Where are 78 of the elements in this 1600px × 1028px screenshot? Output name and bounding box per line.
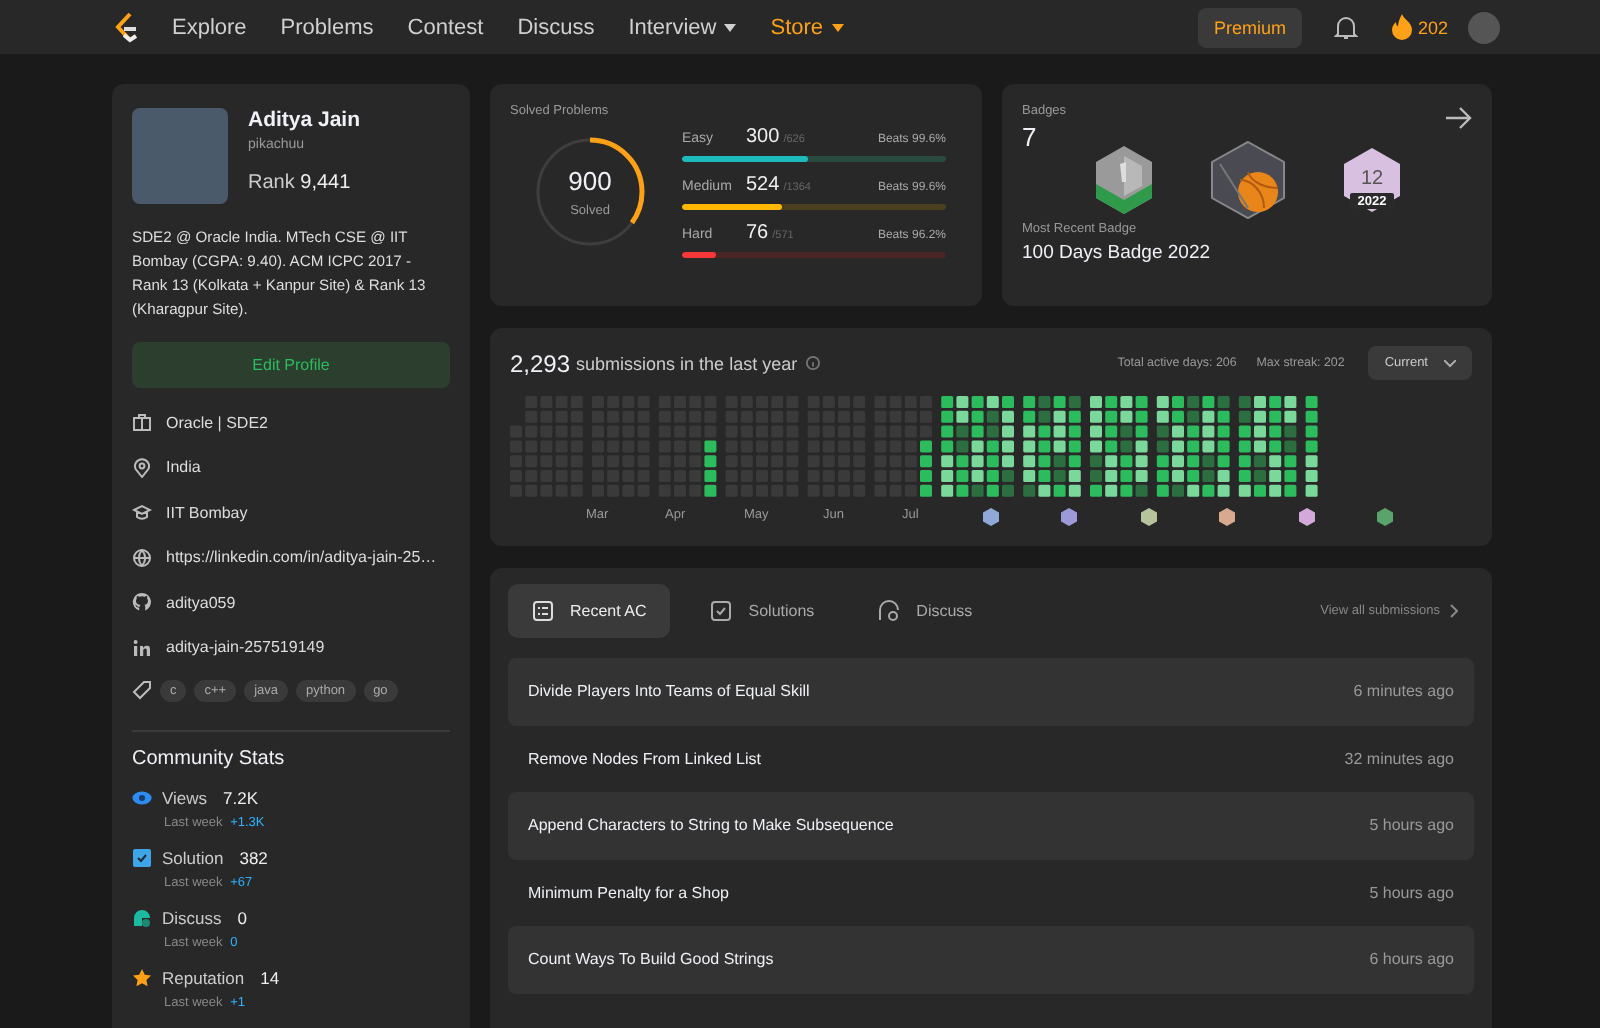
search-bubble-icon xyxy=(878,600,901,622)
chevron-down-icon xyxy=(1444,359,1456,367)
nav-link[interactable]: Store xyxy=(770,15,844,39)
problem-title: Count Ways To Build Good Strings xyxy=(528,950,774,969)
submission-row[interactable]: Count Ways To Build Good Strings 6 hours ago xyxy=(508,926,1474,993)
checkbox-icon xyxy=(710,600,733,622)
caret-icon xyxy=(831,23,844,31)
nav-link[interactable]: Explore xyxy=(172,15,247,39)
problem-title: Remove Nodes From Linked List xyxy=(528,749,761,768)
premium-button[interactable]: Premium xyxy=(1197,7,1302,47)
nav-link[interactable]: Contest xyxy=(407,15,484,39)
submission-time: 5 hours ago xyxy=(1369,883,1454,902)
badge-count: 7 xyxy=(1022,122,1039,152)
hexagon-badge-icon xyxy=(1207,140,1287,220)
tag-icon xyxy=(132,680,152,700)
tab[interactable]: Discuss xyxy=(854,584,997,638)
globe-icon xyxy=(132,547,152,568)
nav-link[interactable]: Discuss xyxy=(517,15,595,39)
submission-row[interactable]: Remove Nodes From Linked List 32 minutes ago xyxy=(508,725,1474,792)
profile-detail: Oracle | SDE2 xyxy=(166,413,268,432)
profile-detail[interactable]: https://linkedin.com/in/aditya-jain-25… xyxy=(166,548,437,567)
nav-link[interactable]: Interview xyxy=(628,15,737,39)
submission-count: 2,293 xyxy=(510,349,571,377)
photo-placeholder xyxy=(132,108,228,204)
profile-detail: IIT Bombay xyxy=(166,503,248,522)
checkbox-icon xyxy=(132,848,152,868)
briefcase-icon xyxy=(132,412,152,433)
submission-time: 32 minutes ago xyxy=(1344,749,1454,768)
stat-value: 14 xyxy=(260,968,280,988)
linkedin-icon xyxy=(132,637,152,658)
chevron-right-icon xyxy=(1450,604,1458,618)
section-title: Community Stats xyxy=(132,748,287,770)
stat-label: Views xyxy=(162,788,208,808)
profile-detail: India xyxy=(166,458,201,477)
submission-row[interactable]: Append Characters to String to Make Subsequence 5 hours ago xyxy=(508,792,1474,859)
submission-time: 6 hours ago xyxy=(1369,950,1454,969)
submission-time: 6 minutes ago xyxy=(1353,682,1454,701)
submission-label: submissions in the last year xyxy=(576,353,798,373)
flame-icon[interactable] xyxy=(1391,14,1412,40)
profile-detail[interactable]: aditya059 xyxy=(166,593,236,612)
location-pin-icon xyxy=(132,457,152,478)
graduation-cap-icon xyxy=(132,502,152,523)
solved-count: 76 xyxy=(746,222,769,244)
solved-count: 524 xyxy=(746,174,780,196)
solved-total: 900 xyxy=(568,166,612,196)
notification-bell-icon[interactable] xyxy=(1333,14,1358,40)
submission-time: 5 hours ago xyxy=(1369,816,1454,835)
submission-row[interactable]: Minimum Penalty for a Shop 5 hours ago xyxy=(508,859,1474,926)
problem-title: Minimum Penalty for a Shop xyxy=(528,883,729,902)
solved-count: 300 xyxy=(746,126,780,148)
nav-link[interactable]: Problems xyxy=(280,15,374,39)
problem-title: Divide Players Into Teams of Equal Skill xyxy=(528,682,810,701)
eye-icon xyxy=(132,788,152,808)
stat-label: Solution xyxy=(162,848,224,868)
logo-icon[interactable] xyxy=(112,11,140,43)
tab[interactable]: Recent AC xyxy=(508,584,671,638)
caret-icon xyxy=(724,23,737,31)
rank: Rank 9,441 xyxy=(248,172,353,194)
tab[interactable]: Solutions xyxy=(686,584,839,638)
recent-badge-name: 100 Days Badge 2022 xyxy=(1022,242,1213,264)
stat-value: 382 xyxy=(239,848,268,868)
badge-number: 12 xyxy=(1359,168,1383,190)
info-icon[interactable] xyxy=(805,356,820,370)
chat-bubble-icon xyxy=(132,908,152,928)
streak-count: 202 xyxy=(1417,17,1448,37)
profile-detail[interactable]: aditya-jain-257519149 xyxy=(166,638,325,657)
profile-name: Aditya Jain xyxy=(248,108,361,132)
problem-title: Append Characters to String to Make Subsequence xyxy=(528,816,894,835)
stat-label: Reputation xyxy=(162,968,245,988)
stat-value: 0 xyxy=(237,908,247,928)
arrow-right-icon[interactable] xyxy=(1446,106,1472,130)
edit-profile-button[interactable]: Edit Profile xyxy=(132,342,450,388)
github-icon xyxy=(132,592,152,613)
submission-row[interactable]: Divide Players Into Teams of Equal Skill 6 minutes ago xyxy=(508,658,1474,725)
star-icon xyxy=(132,968,152,988)
list-icon xyxy=(532,600,554,622)
stat-label: Discuss xyxy=(162,908,222,928)
stat-value: 7.2K xyxy=(223,788,259,808)
